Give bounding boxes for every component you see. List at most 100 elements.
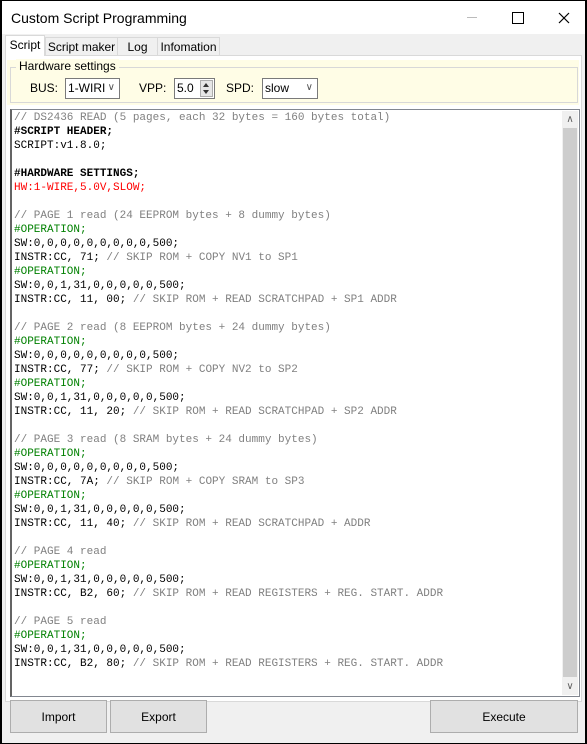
script-line [14,195,443,209]
script-line-code: INSTR:CC, 71; [14,252,100,264]
script-line-comment: // SKIP ROM + COPY NV1 to SP1 [99,252,298,264]
chevron-down-icon: ∨ [305,82,313,93]
scrollbar-thumb[interactable] [563,128,577,677]
script-line: INSTR:CC, 11, 20; // SKIP ROM + READ SCR… [14,405,443,419]
vpp-spinner[interactable]: 5.0 [174,78,215,99]
script-line-code: #OPERATION; [14,378,87,390]
scroll-down-icon[interactable]: ∨ [562,678,578,695]
scroll-up-icon[interactable]: ∧ [562,111,578,128]
script-line: #HARDWARE SETTINGS; [14,167,443,181]
spd-value: slow [265,81,290,95]
vpp-value: 5.0 [177,81,194,95]
script-line: #OPERATION; [14,335,443,349]
script-line: SW:0,0,0,0,0,0,0,0,0,500; [14,461,443,475]
script-line: // PAGE 5 read [14,615,443,629]
script-editor[interactable]: // DS2436 READ (5 pages, each 32 bytes =… [10,109,580,697]
script-line: INSTR:CC, B2, 80; // SKIP ROM + READ REG… [14,657,443,671]
close-button[interactable] [541,1,587,34]
script-line: INSTR:CC, 11, 40; // SKIP ROM + READ SCR… [14,517,443,531]
script-line [14,601,443,615]
tab-log[interactable]: Log [117,37,158,55]
import-button[interactable]: Import [10,700,107,733]
chevron-down-icon: ∨ [107,82,115,93]
spin-up-icon[interactable] [203,83,209,87]
execute-button[interactable]: Execute [430,700,578,733]
bus-label: BUS: [30,81,59,95]
script-line-comment: // SKIP ROM + READ REGISTERS + REG. STAR… [126,588,444,600]
script-line-code: // PAGE 4 read [14,546,107,558]
script-line-comment: // SKIP ROM + READ SCRATCHPAD + ADDR [126,518,371,530]
close-icon [558,12,570,23]
script-code[interactable]: // DS2436 READ (5 pages, each 32 bytes =… [14,111,443,671]
script-line-comment: // SKIP ROM + READ SCRATCHPAD + SP1 ADDR [126,294,397,306]
script-line [14,307,443,321]
script-line [14,531,443,545]
script-line-code: SW:0,0,1,31,0,0,0,0,0,500; [14,644,186,656]
maximize-button[interactable] [495,1,541,34]
export-button[interactable]: Export [110,700,207,733]
bus-value: 1-WIRI [68,81,106,95]
script-line-code: SW:0,0,1,31,0,0,0,0,0,500; [14,574,186,586]
spd-label: SPD: [226,81,255,95]
spd-select[interactable]: slow ∨ [262,78,318,99]
script-line-code: INSTR:CC, 11, 00; [14,294,127,306]
spin-down-icon[interactable] [203,90,209,94]
script-line [14,153,443,167]
script-line-code: #OPERATION; [14,560,87,572]
script-line-code: INSTR:CC, B2, 60; [14,588,127,600]
script-programming-window: Custom Script Programming Script Script … [1,1,586,743]
script-line-code: #OPERATION; [14,336,87,348]
vertical-scrollbar[interactable]: ∧ ∨ [562,111,578,695]
tab-information[interactable]: Infomation [157,37,220,55]
script-line-code: SW:0,0,1,31,0,0,0,0,0,500; [14,392,186,404]
script-line [14,419,443,433]
script-line-code: SW:0,0,0,0,0,0,0,0,0,500; [14,238,180,250]
script-line: SW:0,0,0,0,0,0,0,0,0,500; [14,349,443,363]
vpp-spin-buttons[interactable] [200,80,213,97]
script-line-code: // DS2436 READ (5 pages, each 32 bytes =… [14,112,391,124]
script-line: SCRIPT:v1.8.0; [14,139,443,153]
script-line: // PAGE 2 read (8 EEPROM bytes + 24 dumm… [14,321,443,335]
script-line: #OPERATION; [14,447,443,461]
script-line: // PAGE 3 read (8 SRAM bytes + 24 dummy … [14,433,443,447]
script-line: #OPERATION; [14,265,443,279]
script-line: #OPERATION; [14,559,443,573]
script-line-code: INSTR:CC, B2, 80; [14,658,127,670]
vpp-label: VPP: [139,81,167,95]
script-line-code: SW:0,0,1,31,0,0,0,0,0,500; [14,280,186,292]
script-line: SW:0,0,1,31,0,0,0,0,0,500; [14,279,443,293]
script-line-code: INSTR:CC, 11, 20; [14,406,127,418]
minimize-icon [467,17,477,18]
tab-script[interactable]: Script [5,35,45,56]
script-line: #OPERATION; [14,629,443,643]
script-line: SW:0,0,1,31,0,0,0,0,0,500; [14,573,443,587]
script-line: INSTR:CC, 77; // SKIP ROM + COPY NV2 to … [14,363,443,377]
script-line-code: // PAGE 5 read [14,616,107,628]
script-line-code: HW:1-WIRE,5.0V,SLOW; [14,182,147,194]
script-line-code: #OPERATION; [14,630,87,642]
script-line-code: SW:0,0,0,0,0,0,0,0,0,500; [14,350,180,362]
script-line: #SCRIPT HEADER; [14,125,443,139]
script-line: // PAGE 1 read (24 EEPROM bytes + 8 dumm… [14,209,443,223]
script-line: SW:0,0,0,0,0,0,0,0,0,500; [14,237,443,251]
minimize-button[interactable] [449,1,495,34]
script-line: // PAGE 4 read [14,545,443,559]
script-line-comment: // SKIP ROM + READ REGISTERS + REG. STAR… [126,658,444,670]
script-line-code: SW:0,0,1,31,0,0,0,0,0,500; [14,504,186,516]
script-line: #OPERATION; [14,377,443,391]
bus-select[interactable]: 1-WIRI ∨ [65,78,120,99]
script-line-code: #SCRIPT HEADER; [14,126,114,138]
script-line: INSTR:CC, 11, 00; // SKIP ROM + READ SCR… [14,293,443,307]
script-line: #OPERATION; [14,223,443,237]
script-line-code: INSTR:CC, 11, 40; [14,518,127,530]
script-line-code: INSTR:CC, 77; [14,364,100,376]
script-line-code: SCRIPT:v1.8.0; [14,140,107,152]
title-bar: Custom Script Programming [2,1,585,34]
script-line: SW:0,0,1,31,0,0,0,0,0,500; [14,643,443,657]
script-line: HW:1-WIRE,5.0V,SLOW; [14,181,443,195]
script-line-code: // PAGE 2 read (8 EEPROM bytes + 24 dumm… [14,322,331,334]
script-line: INSTR:CC, 7A; // SKIP ROM + COPY SRAM to… [14,475,443,489]
maximize-icon [512,11,524,24]
tab-script-maker[interactable]: Script maker [45,37,118,55]
script-line: #OPERATION; [14,489,443,503]
